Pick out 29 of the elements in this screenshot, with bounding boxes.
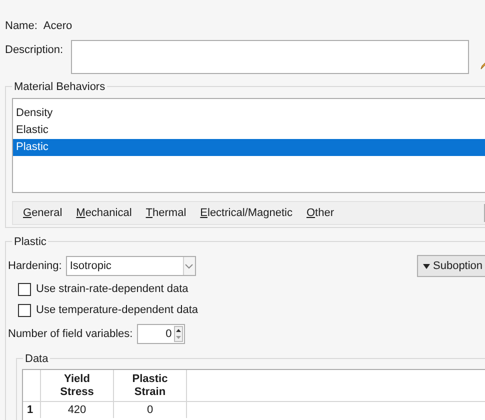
row-number: 1 <box>23 402 41 418</box>
hardening-label: Hardening: <box>8 258 62 274</box>
field-variables-label: Number of field variables: <box>8 326 133 342</box>
chevron-icon <box>182 257 195 275</box>
menu-item[interactable]: Thermal <box>146 204 186 222</box>
triangle-icon <box>423 264 430 268</box>
spin-arrows-icon <box>174 326 183 342</box>
menu-item[interactable]: Mechanical <box>76 204 132 222</box>
table-cell[interactable]: 0 <box>114 402 187 418</box>
column-header[interactable]: Plastic Strain <box>128 372 172 398</box>
column-header[interactable]: Yield Stress <box>54 372 100 398</box>
hardening-dropdown[interactable]: Isotropic <box>66 256 196 276</box>
checkbox-label: Use temperature-dependent data <box>36 303 198 318</box>
table-cell[interactable]: 420 <box>41 402 114 418</box>
checkbox-label: Use strain-rate-dependent data <box>36 282 188 298</box>
checkbox[interactable] <box>18 283 31 296</box>
list-item[interactable]: Elastic <box>13 122 485 139</box>
menu-item[interactable]: Electrical/Magnetic <box>200 204 292 222</box>
name-label: Name: <box>5 18 38 34</box>
list-item[interactable]: Plastic <box>13 139 485 156</box>
description-label: Description: <box>5 43 64 58</box>
list-item[interactable]: Density <box>13 105 485 122</box>
menu-item[interactable]: Other <box>306 204 334 222</box>
name-value: Acero <box>43 18 72 34</box>
menu-item[interactable]: General <box>23 204 62 222</box>
description-field[interactable] <box>71 40 469 74</box>
number-spinner[interactable]: 0 <box>136 324 185 344</box>
checkbox[interactable] <box>18 304 31 317</box>
suboptions-button[interactable]: Suboption <box>417 255 485 277</box>
